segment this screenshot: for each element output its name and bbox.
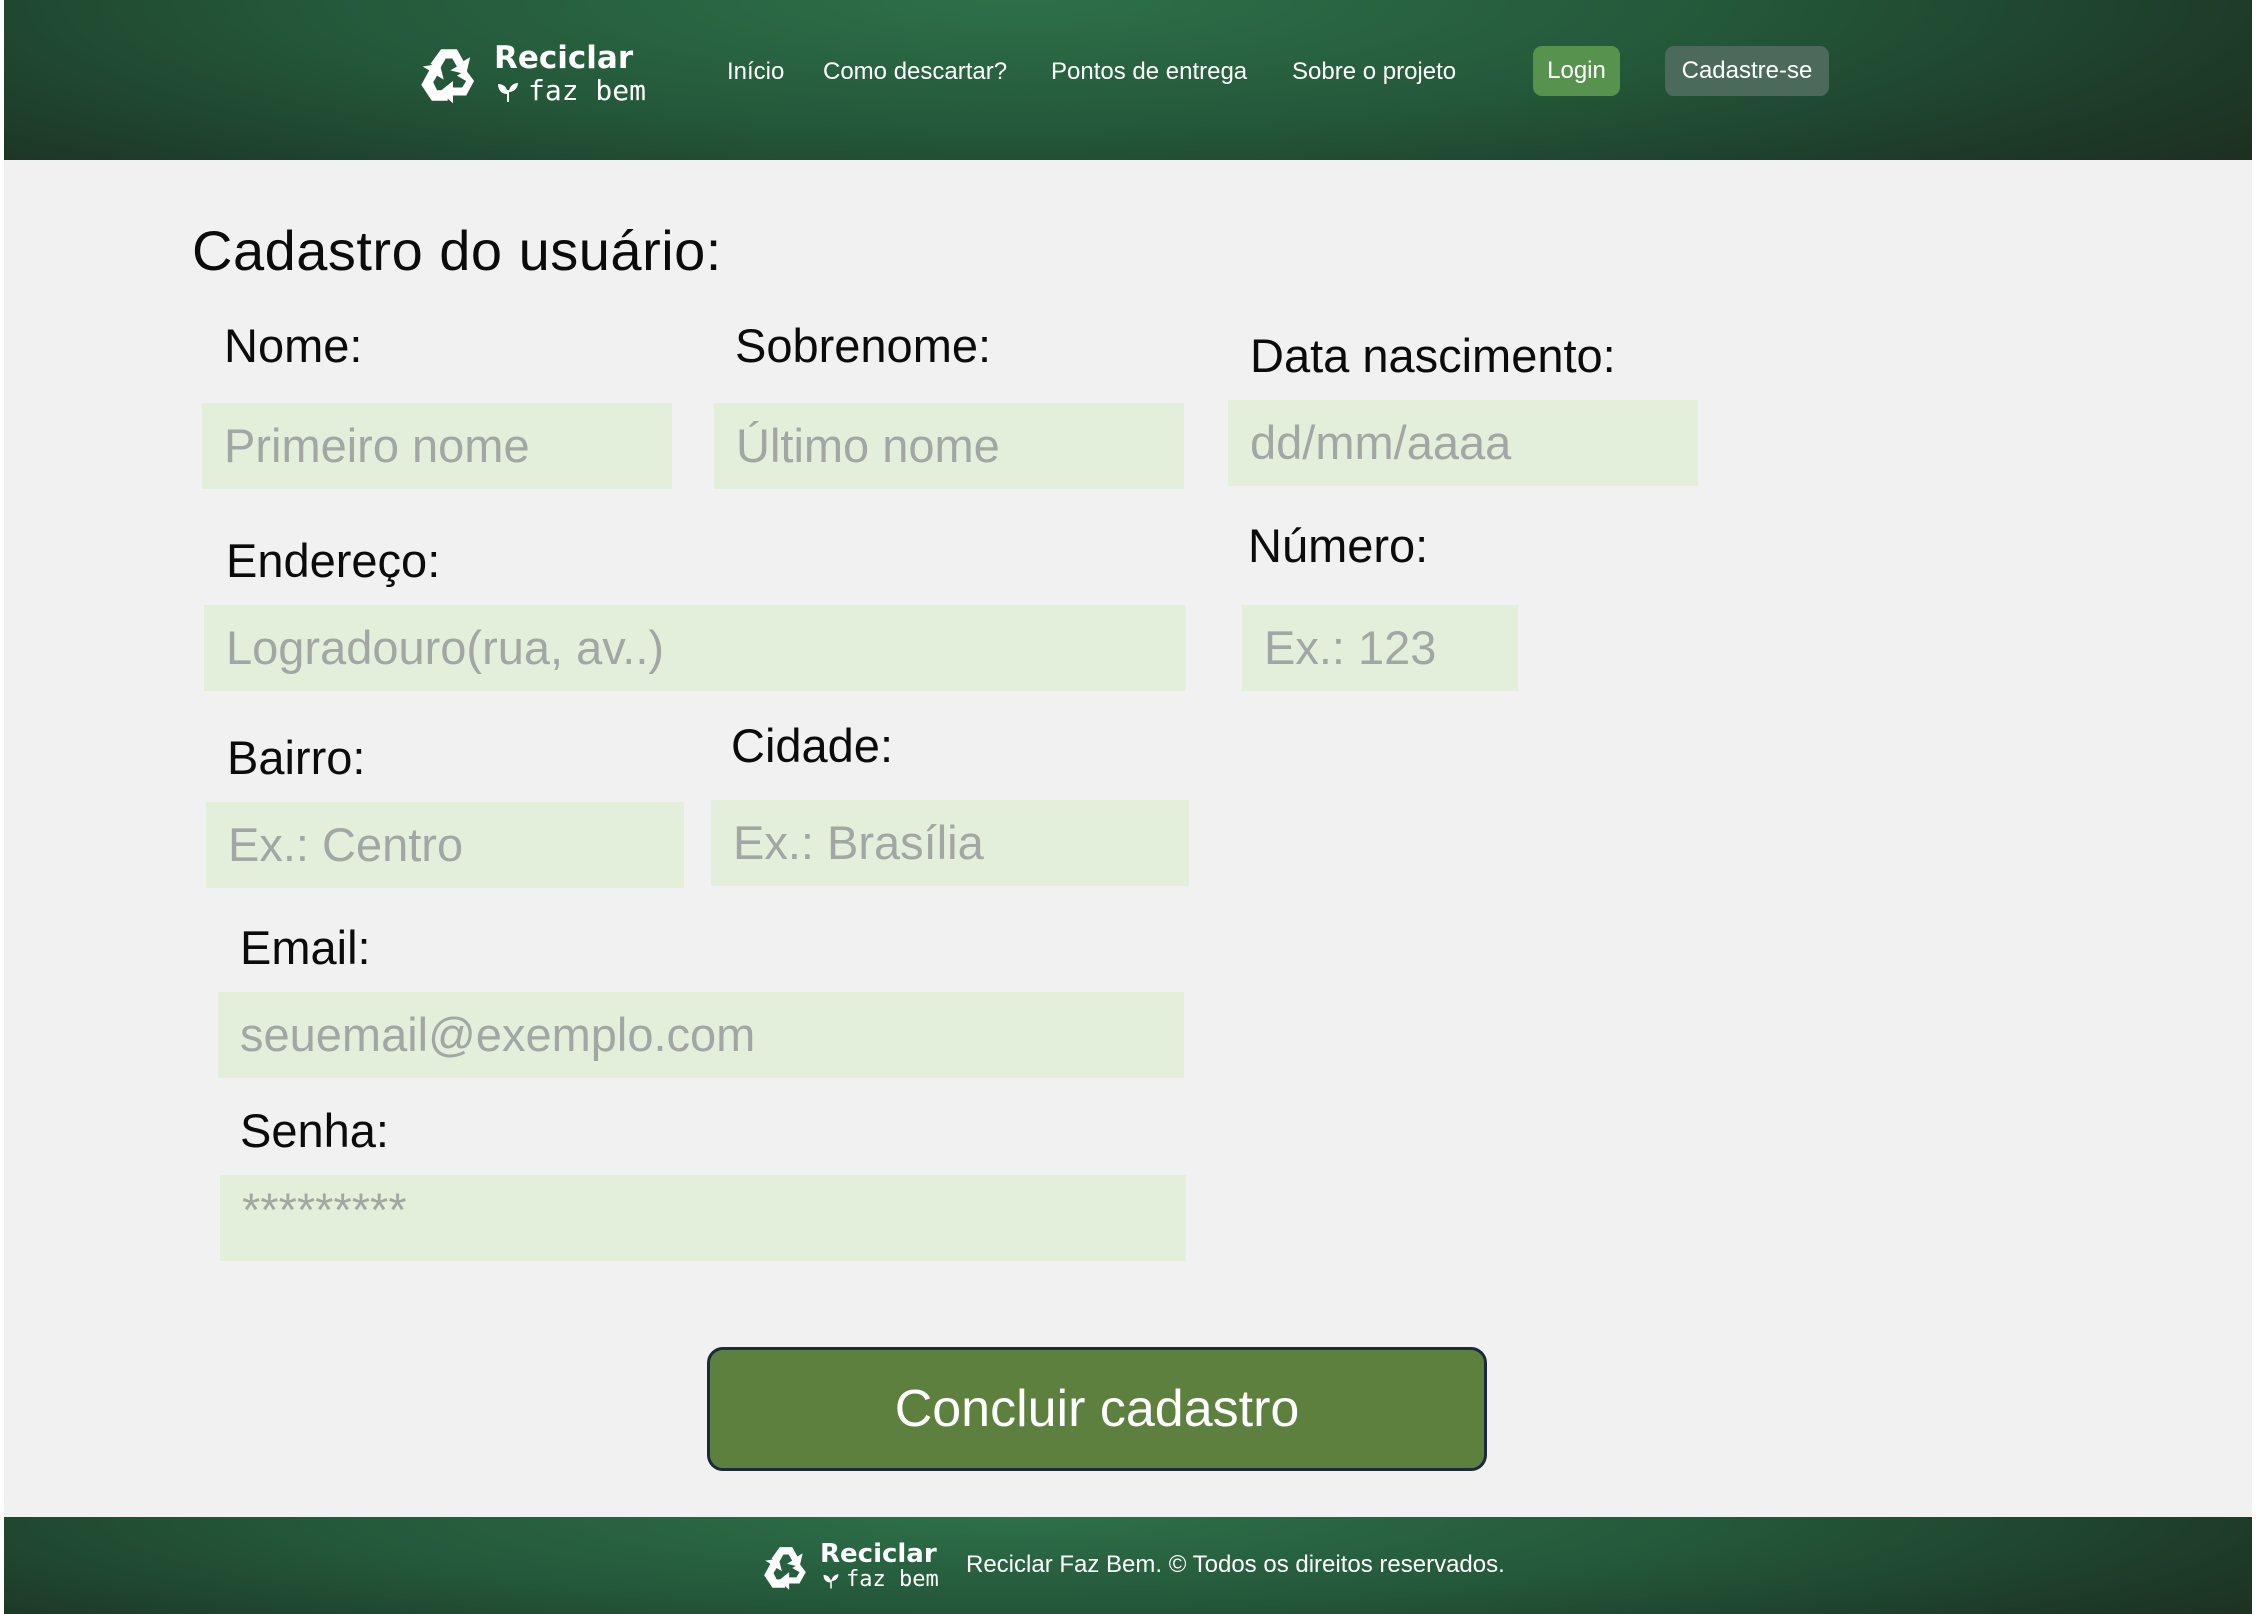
recycle-icon: [764, 1547, 806, 1590]
brand-name-bottom: faz bem: [528, 74, 647, 107]
bairro-input[interactable]: Ex.: Centro: [206, 802, 684, 888]
nav-link-inicio[interactable]: Início: [727, 58, 784, 86]
email-label: Email:: [240, 921, 371, 974]
numero-label: Número:: [1248, 519, 1429, 572]
senha-input[interactable]: *********: [220, 1175, 1186, 1261]
bairro-label: Bairro:: [227, 731, 366, 784]
site-footer: Reciclar faz bem Reciclar Faz Bem. © Tod…: [4, 1517, 2252, 1614]
numero-input[interactable]: Ex.: 123: [1242, 605, 1518, 691]
nome-input[interactable]: Primeiro nome: [202, 403, 672, 489]
email-input[interactable]: seuemail@exemplo.com: [218, 992, 1184, 1078]
nav-link-pontos-de-entrega[interactable]: Pontos de entrega: [1051, 58, 1247, 86]
page-title: Cadastro do usuário:: [192, 219, 722, 282]
nav-link-sobre-o-projeto[interactable]: Sobre o projeto: [1292, 58, 1456, 86]
leaf-icon: [823, 1574, 839, 1589]
sobrenome-label: Sobrenome:: [735, 319, 992, 372]
login-button[interactable]: Login: [1533, 46, 1620, 96]
endereco-label: Endereço:: [226, 534, 441, 587]
nav-link-como-descartar[interactable]: Como descartar?: [823, 58, 1007, 86]
recycle-icon: [421, 49, 475, 104]
copyright-text: Reciclar Faz Bem. © Todos os direitos re…: [966, 1551, 1505, 1578]
signup-button[interactable]: Cadastre-se: [1665, 46, 1829, 96]
footer-logo: Reciclar faz bem: [760, 1539, 950, 1597]
brand-name-top: Reciclar: [494, 40, 634, 76]
senha-label: Senha:: [240, 1104, 389, 1157]
nome-label: Nome:: [224, 319, 363, 372]
brand-name-bottom: faz bem: [846, 1567, 939, 1592]
data-nascimento-label: Data nascimento:: [1250, 329, 1616, 382]
page-frame: Reciclar faz bem Início Como descartar? …: [4, 0, 2252, 1614]
header-logo[interactable]: Reciclar faz bem: [416, 40, 646, 115]
data-nascimento-input[interactable]: dd/mm/aaaa: [1228, 400, 1698, 486]
sobrenome-input[interactable]: Último nome: [714, 403, 1184, 489]
leaf-icon: [498, 83, 518, 102]
endereco-input[interactable]: Logradouro(rua, av..): [204, 605, 1186, 691]
concluir-cadastro-button[interactable]: Concluir cadastro: [707, 1347, 1487, 1471]
site-header: Reciclar faz bem Início Como descartar? …: [4, 0, 2252, 160]
cidade-input[interactable]: Ex.: Brasília: [711, 800, 1189, 886]
cidade-label: Cidade:: [731, 719, 893, 772]
brand-name-top: Reciclar: [820, 1539, 937, 1569]
